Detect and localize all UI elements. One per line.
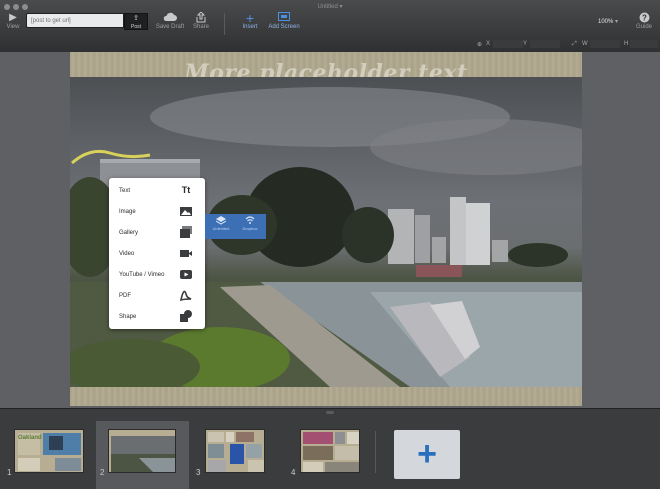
menu-item-gallery[interactable]: Gallery: [109, 222, 205, 243]
menu-item-label: Text: [119, 188, 131, 194]
thumbnail-preview: [109, 430, 175, 472]
filmstrip-resize-handle[interactable]: [326, 411, 334, 414]
thumbnail-preview: [206, 430, 264, 472]
y-field[interactable]: [530, 40, 560, 48]
layers-icon: [207, 216, 235, 226]
menu-item-text[interactable]: Text Tt: [109, 180, 205, 201]
image-icon: [179, 204, 193, 218]
slide-thumbnail-4[interactable]: [300, 429, 360, 473]
slide-filmstrip: Oakland 1 2 3 4 +: [0, 408, 660, 489]
text-icon: Tt: [181, 185, 191, 195]
w-label: W: [582, 41, 588, 47]
insert-menu: Text Tt Image Gallery Video YouTube / Vi…: [109, 178, 205, 329]
submenu-option-label: Unlimited: [212, 226, 230, 231]
submenu-option-label: Dropbox: [242, 226, 258, 231]
toolbar-divider: [224, 13, 225, 35]
share-icon: [190, 11, 212, 24]
x-field[interactable]: [493, 40, 523, 48]
filmstrip-divider: [375, 431, 376, 473]
insert-button[interactable]: + Insert: [238, 10, 262, 30]
menu-item-label: Gallery: [119, 230, 139, 236]
add-screen-button[interactable]: Add Screen: [268, 12, 300, 30]
move-icon: ⊕: [477, 42, 483, 48]
thumbnail-title: Oakland: [18, 435, 42, 441]
post-button[interactable]: ⇪ Post: [124, 13, 148, 30]
toolbar: Untitled ▾ ▶ View [post to get url] ⇪ Po…: [0, 0, 660, 53]
svg-text:?: ?: [642, 14, 647, 23]
menu-item-label: Image: [119, 209, 136, 215]
add-screen-label: Add Screen: [268, 24, 300, 30]
help-icon: ?: [632, 12, 656, 24]
plus-icon: +: [417, 435, 437, 473]
save-draft-button[interactable]: Save Draft: [153, 12, 187, 30]
guide-label: Guide: [635, 24, 652, 30]
post-url-field[interactable]: [post to get url]: [26, 13, 124, 28]
plus-icon: +: [245, 10, 255, 26]
w-field[interactable]: [590, 40, 620, 48]
insert-label: Insert: [242, 24, 258, 30]
screen-icon: [268, 12, 300, 24]
zoom-select[interactable]: 100% ▾: [598, 18, 618, 25]
slide-thumbnail-1[interactable]: Oakland: [14, 429, 84, 473]
y-label: Y: [523, 41, 528, 47]
insert-submenu: Unlimited Dropbox: [205, 214, 266, 239]
add-slide-button[interactable]: +: [394, 430, 460, 479]
menu-item-label: Video: [119, 251, 135, 257]
x-label: X: [486, 41, 491, 47]
thumbnail-preview: [301, 430, 359, 472]
menu-item-label: PDF: [119, 293, 131, 299]
slide-thumbnail-2[interactable]: [108, 429, 176, 473]
upload-icon: ⇪: [133, 15, 139, 22]
cloud-icon: [153, 12, 187, 24]
pdf-icon: [179, 288, 193, 302]
slide-number-2: 2: [100, 468, 105, 477]
h-label: H: [624, 41, 629, 47]
view-label: View: [6, 24, 20, 30]
menu-item-label: YouTube / Vimeo: [119, 272, 165, 278]
save-draft-label: Save Draft: [155, 24, 185, 30]
guide-button[interactable]: ? Guide: [632, 12, 656, 30]
h-field[interactable]: [630, 40, 658, 48]
gallery-icon: [179, 225, 193, 239]
menu-item-video[interactable]: Video: [109, 243, 205, 264]
submenu-option-unlimited[interactable]: Unlimited: [207, 216, 235, 231]
play-icon: ▶: [9, 12, 17, 23]
menu-item-label: Shape: [119, 314, 137, 320]
shape-icon: [179, 309, 193, 323]
zoom-value: 100%: [598, 19, 614, 25]
slide-number-4: 4: [291, 468, 296, 477]
share-label: Share: [192, 24, 209, 30]
menu-item-pdf[interactable]: PDF: [109, 285, 205, 306]
share-button[interactable]: Share: [190, 11, 212, 30]
view-button[interactable]: ▶ View: [4, 12, 22, 30]
slide-number-1: 1: [7, 468, 12, 477]
window-title[interactable]: Untitled ▾: [0, 3, 660, 10]
menu-item-youtube-vimeo[interactable]: YouTube / Vimeo: [109, 264, 205, 285]
menu-item-shape[interactable]: Shape: [109, 306, 205, 327]
youtube-icon: [179, 267, 193, 281]
submenu-option-dropbox[interactable]: Dropbox: [236, 216, 264, 231]
video-icon: [179, 246, 193, 260]
resize-icon: ⤢: [572, 41, 577, 47]
menu-item-image[interactable]: Image: [109, 201, 205, 222]
wifi-icon: [236, 216, 264, 226]
chevron-down-icon: ▾: [615, 19, 619, 25]
slide-number-3: 3: [196, 468, 201, 477]
slide-thumbnail-3[interactable]: [205, 429, 265, 473]
post-label: Post: [130, 24, 141, 30]
